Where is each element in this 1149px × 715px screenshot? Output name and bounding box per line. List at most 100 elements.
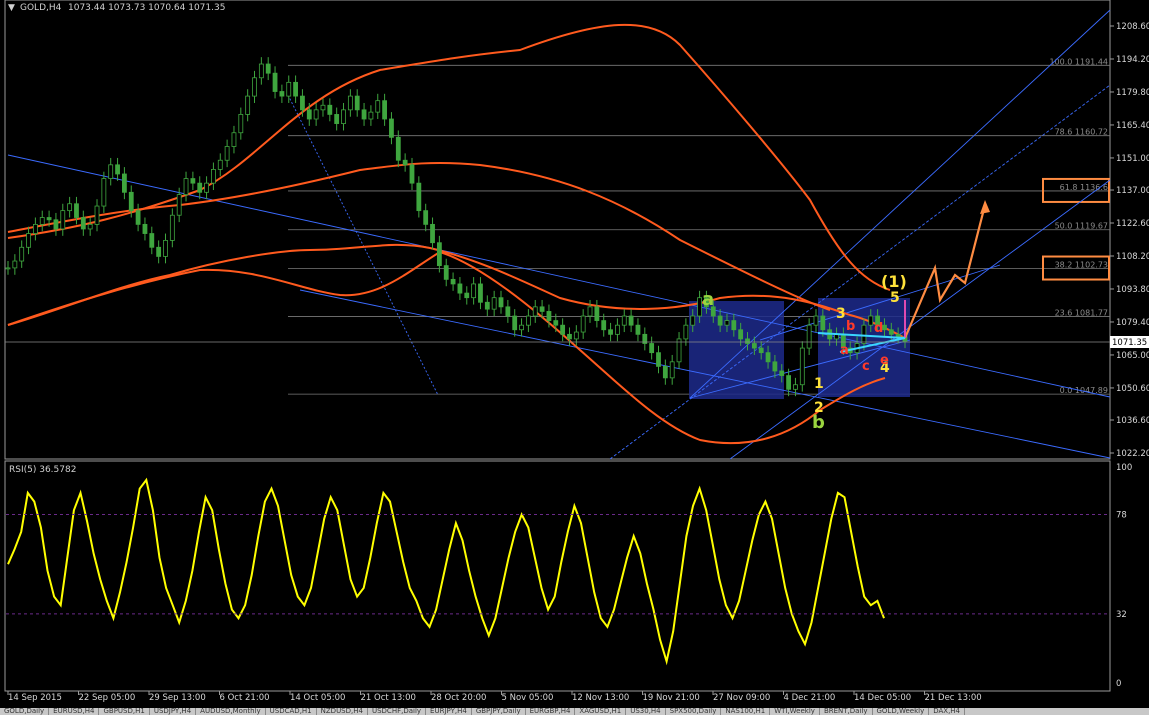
rsi-panel-frame	[4, 460, 1111, 692]
chart-tab[interactable]: WTI,Weekly	[770, 708, 820, 715]
chart-tab[interactable]: GBPJPY,Daily	[472, 708, 526, 715]
candle-body	[300, 95, 305, 111]
candle-body	[74, 203, 79, 218]
candle-body	[354, 95, 360, 111]
chart-tab[interactable]: XAGUSD,H1	[575, 708, 627, 715]
candle-body	[628, 315, 634, 326]
rsi-tick-label: 100	[1116, 463, 1132, 473]
chart-menu-icon[interactable]: ▼	[8, 3, 15, 13]
rsi-tick-label: 0	[1116, 679, 1121, 689]
chart-tab[interactable]: EURUSD,H4	[49, 708, 100, 715]
candle-body	[430, 223, 435, 244]
candle-body	[67, 203, 73, 212]
candle-body	[724, 320, 730, 326]
price-tick-label: 1194.20	[1116, 55, 1149, 65]
candle-body	[80, 217, 86, 230]
chart-tab[interactable]: GOLD,Daily	[0, 708, 50, 715]
time-tick-label: 12 Nov 13:00	[572, 693, 629, 703]
candle-body	[115, 164, 120, 175]
time-tick-label: 5 Nov 05:00	[502, 693, 554, 703]
chart-area[interactable]: 100.0 1191.44 78.6 1160.72 61.8 1136.6 50.0…	[0, 0, 1149, 708]
projection-arrow-head	[980, 200, 990, 214]
candle-body	[525, 315, 531, 326]
chart-tab[interactable]: SPX500,Daily	[666, 708, 722, 715]
candle-body	[204, 182, 209, 193]
fib-level-label: 61.8 1136.6	[1060, 183, 1108, 192]
candle-body	[395, 136, 401, 161]
candle-body	[156, 246, 162, 257]
chart-tab[interactable]: EURGBP,H4	[526, 708, 576, 715]
candle-body	[813, 315, 819, 326]
candle-body	[861, 324, 867, 344]
candle-body	[382, 100, 388, 120]
candle-body	[94, 205, 100, 225]
chart-tab[interactable]: USDCHF,Daily	[368, 708, 427, 715]
candle-body	[26, 233, 31, 248]
chart-tab[interactable]: AUDUSD,Monthly	[196, 708, 266, 715]
price-tick-label: 1151.00	[1116, 154, 1149, 164]
price-tick-label: 1137.00	[1116, 186, 1149, 196]
candle-body	[313, 109, 319, 120]
wave-label-red: a	[840, 343, 849, 358]
time-tick-label: 27 Nov 09:00	[713, 693, 770, 703]
wave-label-red: e	[880, 353, 889, 368]
candle-body	[662, 366, 668, 379]
candle-body	[12, 260, 18, 269]
price-tick-label: 1179.80	[1116, 88, 1149, 98]
projection-arrow	[903, 204, 987, 339]
chart-tab[interactable]: BRENT,Daily	[820, 708, 873, 715]
chart-tab[interactable]: DAX,H4	[929, 708, 966, 715]
candle-body	[868, 315, 874, 326]
candle-body	[649, 343, 655, 354]
candle-body	[53, 219, 59, 230]
candle-body	[224, 146, 230, 161]
candle-body	[389, 118, 394, 138]
candle-body	[190, 178, 196, 184]
candle-body	[238, 114, 244, 134]
candle-body	[272, 72, 278, 92]
candle-body	[621, 315, 627, 326]
wave-label-yellow: 2	[814, 400, 824, 416]
candle-body	[5, 267, 11, 270]
candle-body	[464, 292, 470, 299]
wave-label-red: d	[874, 321, 883, 336]
candle-body	[608, 329, 613, 335]
candle-body	[101, 178, 107, 207]
chart-tab[interactable]: NAS100,H1	[721, 708, 771, 715]
chart-tab[interactable]: USDCAD,H1	[266, 708, 317, 715]
wave-label-yellow: 3	[836, 306, 846, 322]
candle-body	[471, 283, 477, 299]
candle-body	[772, 361, 778, 372]
candle-body	[443, 265, 449, 280]
chart-tab[interactable]: USDJPY,H4	[150, 708, 197, 715]
candle-body	[286, 81, 292, 97]
chart-tab[interactable]: GOLD,Weekly	[873, 708, 930, 715]
candle-body	[163, 240, 168, 257]
ohlc-label: 1073.44 1073.73 1070.64 1071.35	[68, 3, 225, 13]
candle-body	[149, 233, 155, 248]
candle-body	[888, 329, 894, 335]
candle-body	[806, 324, 812, 349]
candle-body	[820, 315, 826, 331]
price-tick-label: 1093.80	[1116, 285, 1149, 295]
candle-body	[375, 100, 381, 113]
candle-body	[560, 324, 566, 335]
candle-body	[567, 333, 572, 340]
candle-body	[779, 370, 785, 376]
candle-body	[512, 315, 518, 331]
price-tick-label: 1122.60	[1116, 219, 1149, 229]
candle-body	[409, 164, 415, 184]
candle-body	[32, 223, 38, 234]
chart-tab[interactable]: US30,H4	[626, 708, 666, 715]
time-axis: 14 Sep 2015 22 Sep 05:00 29 Sep 13:00 6 Oct…	[7, 691, 982, 703]
candle-body	[135, 210, 141, 225]
candle-body	[39, 217, 45, 225]
chart-tab[interactable]: GBPUSD,H1	[99, 708, 150, 715]
candle-body	[327, 104, 333, 115]
price-tick-label: 1165.40	[1116, 121, 1149, 131]
chart-tab[interactable]: NZDUSD,H4	[317, 708, 368, 715]
candle-body	[176, 194, 182, 216]
chart-tab[interactable]: EURJPY,H4	[426, 708, 472, 715]
price-tick-label: 1036.60	[1116, 416, 1149, 426]
rsi-label: RSI(5) 36.5782	[9, 465, 76, 475]
